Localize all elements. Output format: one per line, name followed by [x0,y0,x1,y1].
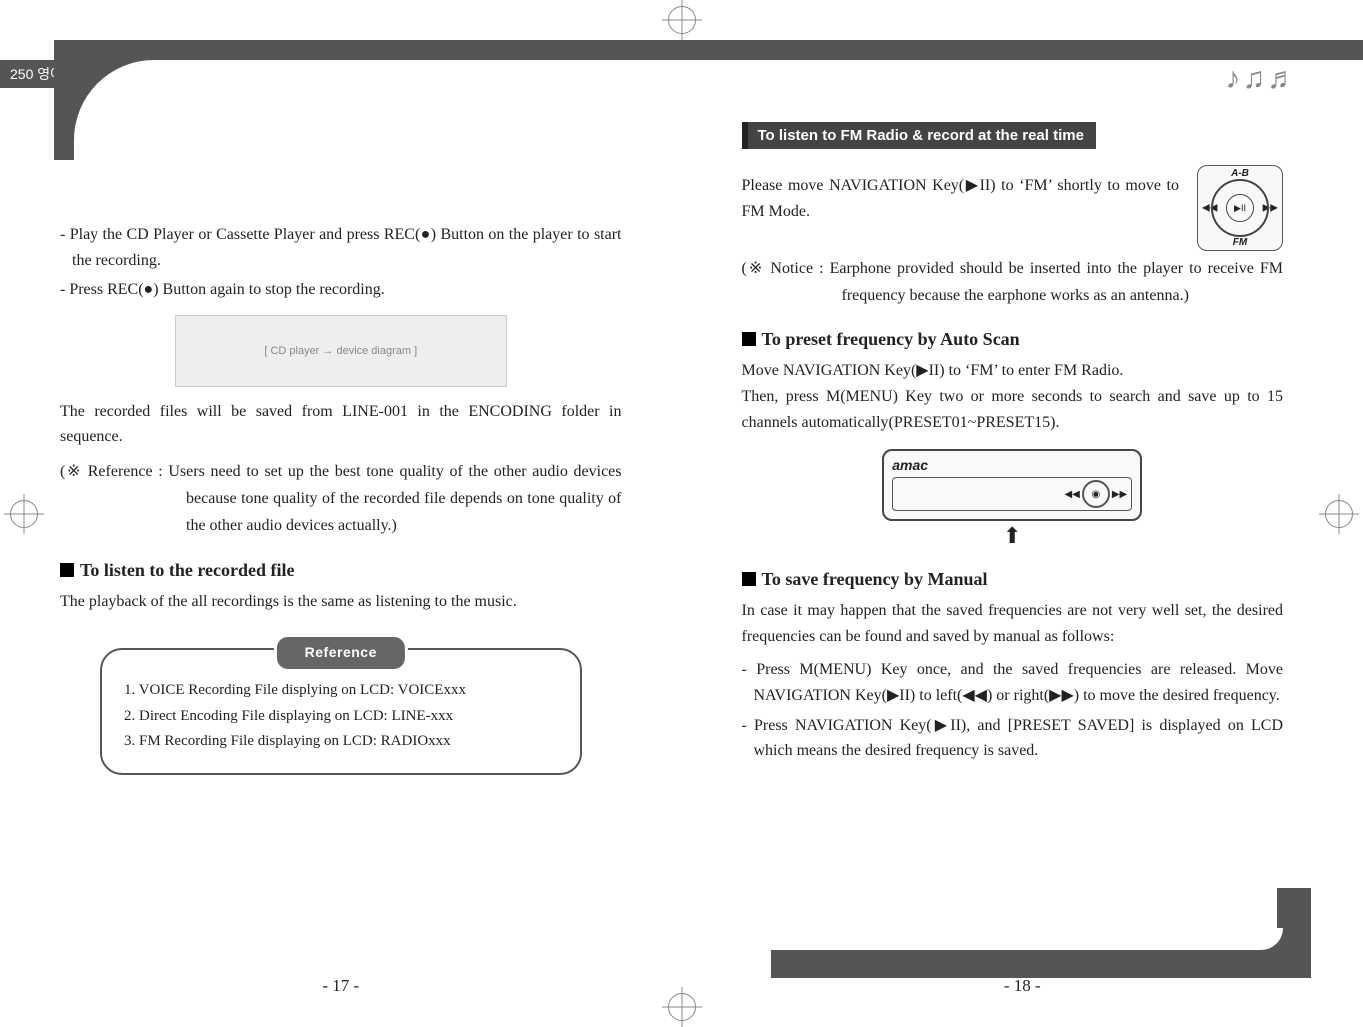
nav-left-icon: ◀◀ [1064,489,1079,500]
text-recorded-files: The recorded files will be saved from LI… [60,399,622,450]
nav-dial-mini-icon: ◉ [1082,480,1110,508]
page-corner-br-decoration [771,938,1311,978]
text-move-nav-fm: Please move NAVIGATION Key(▶II) to ‘FM’ … [742,173,1180,224]
page-number-left: - 17 - [322,976,359,996]
arrow-up-icon: ⬆ [882,523,1142,549]
reference-item-2: 2. Direct Encoding File displaying on LC… [124,704,558,730]
heading-listen-recorded: To listen to the recorded file [60,560,622,581]
section-title-bar: To listen to FM Radio & record at the re… [742,122,1096,149]
text-manual-step-2: - Press NAVIGATION Key(▶II), and [PRESET… [742,713,1284,764]
reference-item-1: 1. VOICE Recording File displying on LCD… [124,678,558,704]
text-preset-1: Move NAVIGATION Key(▶II) to ‘FM’ to ente… [742,358,1284,384]
text-playback: The playback of the all recordings is th… [60,589,622,615]
page-spread: 250 영어향 2004.3.30 2:43 PM 페이지17 ♪♫♬ - Pl… [0,0,1363,1027]
figure-nav-dial-icon: A-B FM ◀◀ ▶▶ ▶II [1197,165,1283,251]
amac-brand-label: amac [892,457,1132,473]
figure-cd-to-device-icon: [ CD player → device diagram ] [175,315,507,387]
reference-pill-label: Reference [274,634,408,672]
text-preset-2: Then, press M(MENU) Key two or more seco… [742,384,1284,435]
text-notice-earphone: (※ Notice : Earphone provided should be … [742,255,1284,309]
page-left: - Play the CD Player or Cassette Player … [0,88,682,1008]
crop-mark-top-icon [662,0,702,40]
text-manual-step-1: - Press M(MENU) Key once, and the saved … [742,657,1284,708]
text-manual-intro: In case it may happen that the saved fre… [742,598,1284,649]
heading-preset-auto-scan: To preset frequency by Auto Scan [742,329,1284,350]
text-press-rec: - Press REC(●) Button again to stop the … [60,277,622,303]
nav-label-top: A-B [1231,168,1249,179]
reference-box: Reference 1. VOICE Recording File disply… [100,648,582,775]
nav-label-center: ▶II [1226,194,1254,222]
nav-label-bottom: FM [1233,237,1247,248]
heading-save-manual: To save frequency by Manual [742,569,1284,590]
figure-amac-device-icon: amac ◀◀ ◉ ▶▶ ⬆ [882,449,1142,549]
nav-right-icon: ▶▶ [1112,489,1127,500]
page-number-right: - 18 - [1004,976,1041,996]
text-play-cd: - Play the CD Player or Cassette Player … [60,222,622,273]
page-right: To listen to FM Radio & record at the re… [682,88,1363,1008]
text-reference-note: (※ Reference : Users need to set up the … [60,458,622,540]
reference-item-3: 3. FM Recording File displaying on LCD: … [124,729,558,755]
print-job-header: 250 영어향 2004.3.30 2:43 PM 페이지17 [0,60,440,88]
